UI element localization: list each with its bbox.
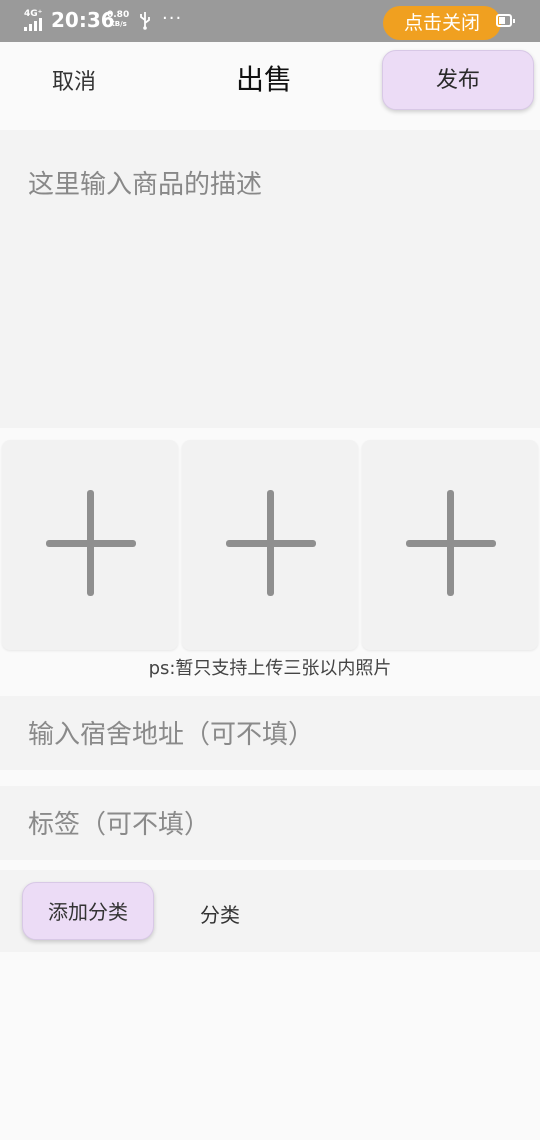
description-placeholder: 这里输入商品的描述 (28, 170, 263, 200)
publish-button[interactable]: 发布 (382, 50, 534, 110)
dorm-address-placeholder: 输入宿舍地址（可不填） (28, 720, 315, 750)
network-speed: 0.80 KB/s (107, 11, 129, 29)
clock: 20:36 (51, 8, 115, 32)
add-photo-slot-1[interactable] (2, 440, 178, 650)
category-row: 添加分类 分类 (0, 870, 540, 952)
more-notifications-icon: ··· (162, 8, 183, 29)
battery-icon (496, 14, 515, 27)
sell-page: 4G⁺ 20:36 0.80 KB/s ··· 点击关闭 取消 出售 发布 这里… (0, 0, 540, 1140)
photo-limit-note: ps:暂只支持上传三张以内照片 (148, 658, 392, 679)
close-float-button[interactable]: 点击关闭 (383, 6, 501, 40)
tag-input[interactable]: 标签（可不填） (0, 786, 540, 860)
add-photo-slot-3[interactable] (362, 440, 538, 650)
status-bar: 4G⁺ 20:36 0.80 KB/s ··· 点击关闭 (0, 0, 540, 42)
network-speed-value: 0.80 (107, 10, 130, 20)
tag-placeholder: 标签（可不填） (28, 810, 211, 840)
add-photo-slot-2[interactable] (182, 440, 358, 650)
app-header: 取消 出售 发布 (0, 42, 540, 130)
network-speed-unit: KB/s (109, 20, 127, 28)
category-label: 分类 (200, 903, 240, 927)
photo-slots (0, 440, 540, 650)
usb-icon (140, 12, 150, 30)
dorm-address-input[interactable]: 输入宿舍地址（可不填） (0, 696, 540, 770)
description-input[interactable]: 这里输入商品的描述 (0, 130, 540, 428)
add-category-button[interactable]: 添加分类 (22, 882, 154, 940)
